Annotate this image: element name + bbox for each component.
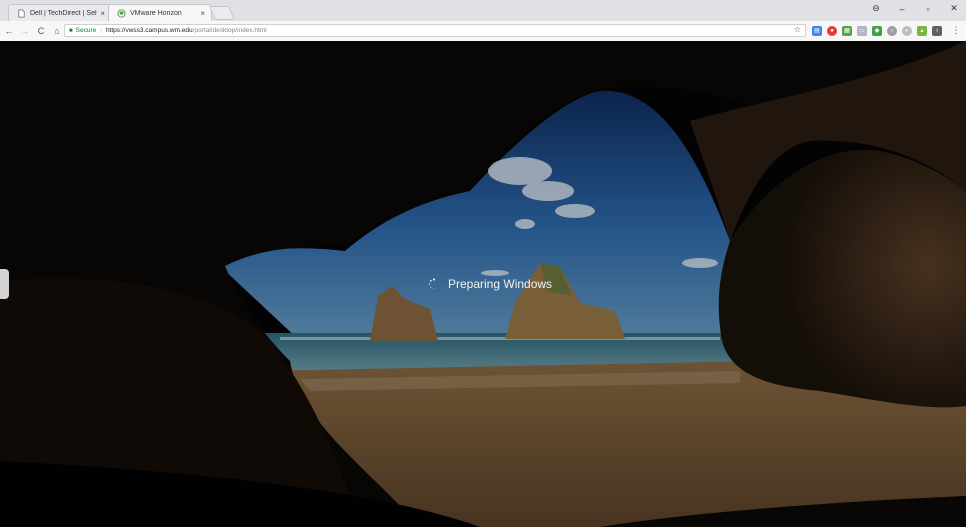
reload-button[interactable]: C xyxy=(34,26,48,36)
extension-icon-4[interactable]: ▭ xyxy=(857,25,867,36)
extension-icon-2[interactable]: ● xyxy=(827,25,837,36)
window-controls: ⊖ – ▫ ✕ xyxy=(870,3,960,14)
status-text: Preparing Windows xyxy=(448,277,553,291)
extension-icon-7[interactable]: ◐ xyxy=(902,25,912,36)
profile-icon[interactable]: ⊖ xyxy=(870,3,882,14)
extension-icon-3[interactable]: ▦ xyxy=(842,25,852,36)
extension-icon-1[interactable]: ▤ xyxy=(812,25,822,36)
separator: | xyxy=(100,27,102,34)
extensions-bar: ▤ ● ▦ ▭ ◆ ○ ◐ ▴ ι ⋮ xyxy=(812,25,963,36)
home-button[interactable]: ⌂ xyxy=(50,26,64,36)
tab-dell-techdirect[interactable]: Dell | TechDirect | Self-Di × xyxy=(8,4,112,21)
browser-menu-button[interactable]: ⋮ xyxy=(949,25,963,36)
browser-window: Dell | TechDirect | Self-Di × VMware Hor… xyxy=(0,0,966,527)
close-window-button[interactable]: ✕ xyxy=(948,3,960,14)
address-bar[interactable]: ■ Secure | https://vwss3.campus.wm.edu /… xyxy=(64,24,806,37)
lock-icon: ■ xyxy=(69,27,73,34)
remote-desktop-viewport[interactable]: Preparing Windows xyxy=(0,41,966,527)
tab-title: VMware Horizon xyxy=(130,9,182,17)
sidebar-toggle-handle[interactable] xyxy=(0,269,9,299)
extension-icon-9[interactable]: ι xyxy=(932,25,942,36)
forward-button[interactable]: → xyxy=(18,26,32,36)
tab-close-button[interactable]: × xyxy=(200,9,205,18)
browser-toolbar: ← → C ⌂ ■ Secure | https://vwss3.campus.… xyxy=(0,21,966,42)
tab-vmware-horizon[interactable]: VMware Horizon × xyxy=(108,4,212,21)
maximize-button[interactable]: ▫ xyxy=(922,4,934,14)
tab-strip: Dell | TechDirect | Self-Di × VMware Hor… xyxy=(0,0,966,22)
loading-spinner-icon xyxy=(428,278,435,290)
extension-icon-8[interactable]: ▴ xyxy=(917,25,927,36)
preparing-status: Preparing Windows xyxy=(428,277,552,291)
minimize-button[interactable]: – xyxy=(896,4,908,14)
back-button[interactable]: ← xyxy=(2,26,16,36)
bookmark-star-icon[interactable]: ☆ xyxy=(794,25,801,34)
page-icon xyxy=(18,9,25,17)
url-path: /portal/desktop/index.html xyxy=(192,27,267,34)
url-host: https://vwss3.campus.wm.edu xyxy=(105,27,193,34)
secure-label: Secure xyxy=(75,27,97,34)
vmware-horizon-icon xyxy=(117,8,126,18)
extension-icon-5[interactable]: ◆ xyxy=(872,25,882,36)
tab-title: Dell | TechDirect | Self-Di xyxy=(30,9,97,17)
extension-icon-6[interactable]: ○ xyxy=(887,25,897,36)
tab-close-button[interactable]: × xyxy=(100,9,105,18)
new-tab-button[interactable] xyxy=(208,6,236,20)
